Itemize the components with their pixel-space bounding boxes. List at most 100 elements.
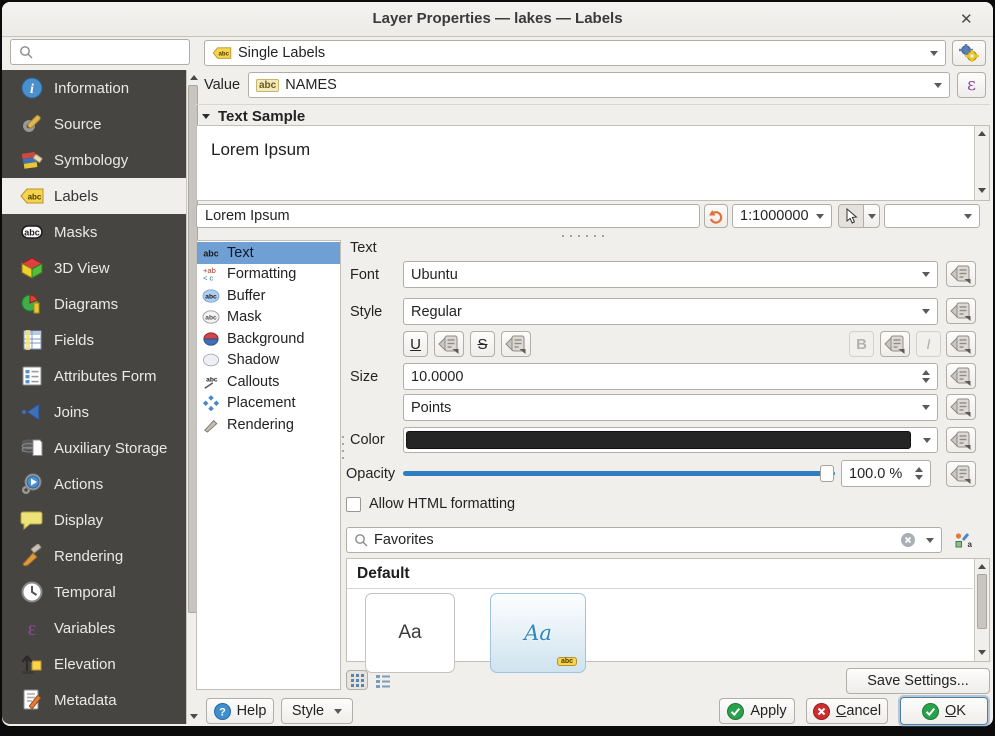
sidebar-item-temporal[interactable]: Temporal <box>2 574 186 610</box>
sidebar-item-rendering[interactable]: Rendering <box>2 538 186 574</box>
ok-button[interactable]: OK <box>900 697 988 725</box>
style-search-combo[interactable]: Favorites <box>346 527 942 553</box>
sidebar-item-metadata[interactable]: Metadata <box>2 682 186 718</box>
sidebar-item-attributes-form[interactable]: Attributes Form <box>2 358 186 394</box>
opacity-override-button[interactable] <box>946 461 976 487</box>
preview-scrollbar[interactable] <box>974 126 989 200</box>
cursor-tool-button[interactable] <box>838 204 864 228</box>
sidebar-item-source[interactable]: Source <box>2 106 186 142</box>
tab-mask[interactable]: abc Mask <box>197 307 340 329</box>
opacity-slider-handle[interactable] <box>820 465 834 482</box>
tab-shadow[interactable]: Shadow <box>197 350 340 372</box>
sample-scale-combo[interactable]: 1:1000000 <box>732 204 832 228</box>
font-label: Font <box>350 261 379 288</box>
tab-buffer[interactable]: abc Buffer <box>197 285 340 307</box>
underline-override-button[interactable] <box>434 331 464 357</box>
sidebar-item-variables[interactable]: ε Variables <box>2 610 186 646</box>
map-settings-split-button[interactable] <box>838 204 880 228</box>
color-override-button[interactable] <box>946 427 976 453</box>
save-settings-button[interactable]: Save Settings... <box>846 668 990 694</box>
icon-view-button[interactable] <box>346 670 368 690</box>
bold-override-button[interactable] <box>880 331 910 357</box>
size-override-button[interactable] <box>946 363 976 389</box>
sidebar-item-actions[interactable]: Actions <box>2 466 186 502</box>
sidebar-item-symbology[interactable]: Symbology <box>2 142 186 178</box>
style-menu-button[interactable]: Style <box>281 698 353 724</box>
data-defined-icon <box>950 333 972 355</box>
italic-override-button[interactable] <box>946 331 976 357</box>
sidebar-search-input[interactable] <box>10 39 190 65</box>
apply-button[interactable]: Apply <box>719 698 795 724</box>
size-unit-combo[interactable]: Points <box>403 394 938 421</box>
sidebar-item-auxiliary-storage[interactable]: Auxiliary Storage <box>2 430 186 466</box>
diagrams-icon <box>20 292 44 316</box>
opacity-spinbox[interactable]: 100.0 % <box>841 460 931 487</box>
chevron-down-icon <box>922 309 930 314</box>
automated-placement-button[interactable] <box>952 40 986 66</box>
unit-override-button[interactable] <box>946 394 976 420</box>
close-icon[interactable]: ✕ <box>960 10 973 28</box>
allow-html-label: Allow HTML formatting <box>369 496 515 512</box>
scroll-up-icon[interactable] <box>190 75 198 80</box>
svg-text:abc: abc <box>218 51 229 58</box>
underline-button[interactable]: U <box>403 331 428 357</box>
value-combo[interactable]: abc NAMES <box>248 72 950 98</box>
sidebar-item-display[interactable]: Display <box>2 502 186 538</box>
text-sample-header[interactable]: Text Sample <box>202 108 305 125</box>
tab-background[interactable]: Background <box>197 328 340 350</box>
spin-arrows-icon[interactable] <box>915 467 923 480</box>
list-view-button[interactable] <box>372 671 394 691</box>
expression-builder-button[interactable]: ε <box>957 72 986 98</box>
sidebar-item-joins[interactable]: Joins <box>2 394 186 430</box>
sidebar-item-fields[interactable]: Fields <box>2 322 186 358</box>
size-spinbox[interactable]: 10.0000 <box>403 363 938 390</box>
sidebar-item-partial[interactable] <box>2 718 186 724</box>
allow-html-row[interactable]: Allow HTML formatting <box>346 496 515 512</box>
opacity-slider-track[interactable] <box>403 471 835 476</box>
sidebar-item-labels[interactable]: abc Labels <box>2 178 186 214</box>
sidebar-item-masks[interactable]: abc Masks <box>2 214 186 250</box>
sidebar-item-elevation[interactable]: Elevation <box>2 646 186 682</box>
style-item-default[interactable]: Aa <box>365 593 455 673</box>
scroll-down-icon[interactable] <box>190 714 198 719</box>
color-button[interactable] <box>403 427 938 453</box>
scroll-down-icon[interactable] <box>978 650 986 655</box>
sidebar-item-diagrams[interactable]: Diagrams <box>2 286 186 322</box>
sidebar-item-information[interactable]: i Information <box>2 70 186 106</box>
font-combo[interactable]: Ubuntu <box>403 261 938 288</box>
italic-button[interactable]: I <box>916 331 941 357</box>
bold-button[interactable]: B <box>849 331 874 357</box>
tab-formatting[interactable]: +ab< c Formatting <box>197 264 340 286</box>
allow-html-checkbox[interactable] <box>346 497 361 512</box>
tab-text[interactable]: abc Text <box>197 242 340 264</box>
scroll-down-icon[interactable] <box>978 188 986 193</box>
strikethrough-override-button[interactable] <box>501 331 531 357</box>
style-list-scrollbar[interactable] <box>974 559 989 661</box>
callouts-tab-icon: abc <box>202 374 220 390</box>
scroll-up-icon[interactable] <box>978 131 986 136</box>
style-manager-button[interactable]: a <box>950 529 976 553</box>
title-bar[interactable]: Layer Properties — lakes — Labels <box>2 2 993 37</box>
cancel-button[interactable]: Cancel <box>806 698 888 724</box>
tab-placement[interactable]: Placement <box>197 393 340 415</box>
strikethrough-button[interactable]: S <box>470 331 495 357</box>
tab-rendering[interactable]: Rendering <box>197 414 340 436</box>
reset-sample-button[interactable] <box>704 204 728 228</box>
font-override-button[interactable] <box>946 261 976 287</box>
sample-background-combo[interactable] <box>884 204 980 228</box>
sidebar-item-3d-view[interactable]: 3D View <box>2 250 186 286</box>
label-mode-combo[interactable]: abc Single Labels <box>204 40 946 66</box>
style-scrollbar-thumb[interactable] <box>977 574 987 629</box>
scroll-up-icon[interactable] <box>978 564 986 569</box>
help-button[interactable]: ? Help <box>206 698 274 724</box>
sample-text-input[interactable] <box>196 204 700 228</box>
panel-splitter-handle[interactable] <box>342 436 344 459</box>
splitter-handle[interactable] <box>562 235 604 237</box>
style-item-selected[interactable]: Aa abc <box>490 593 586 673</box>
style-override-button[interactable] <box>946 298 976 324</box>
cursor-tool-dropdown[interactable] <box>864 204 880 228</box>
tab-callouts[interactable]: abc Callouts <box>197 371 340 393</box>
spin-arrows-icon[interactable] <box>922 370 930 383</box>
clear-search-icon[interactable] <box>900 532 916 548</box>
font-style-combo[interactable]: Regular <box>403 298 938 325</box>
